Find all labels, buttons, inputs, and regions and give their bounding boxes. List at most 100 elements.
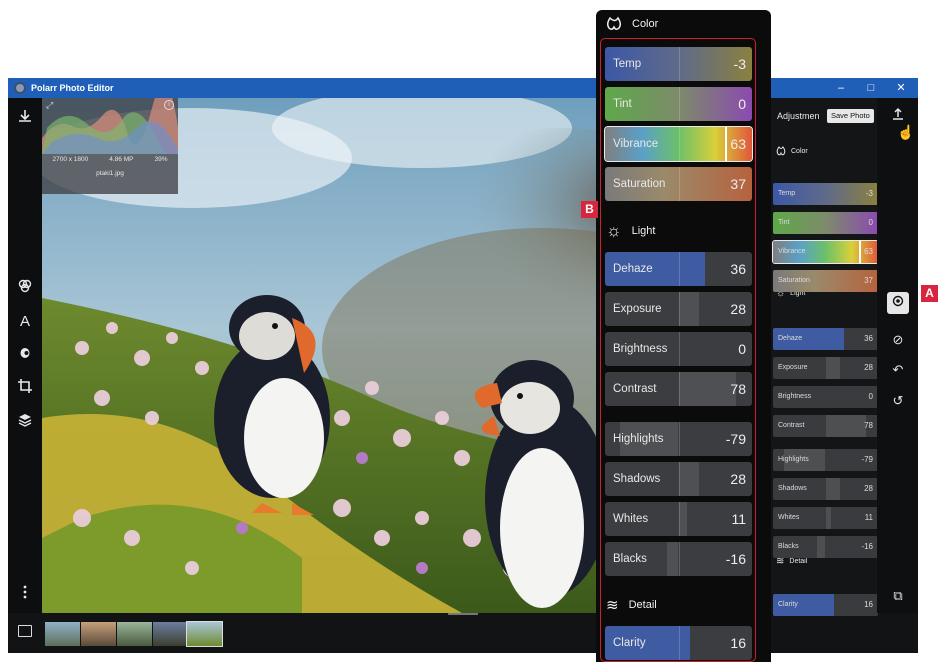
slider-label: Blacks [778, 543, 799, 550]
slider-fill [817, 536, 826, 558]
mini-slider-clarity[interactable]: Clarity 16 [773, 594, 878, 616]
mini-slider-highlights[interactable]: Highlights -79 [773, 449, 878, 471]
slider-fill [825, 415, 867, 437]
slider-center-line [678, 502, 680, 536]
slider-center-line [678, 462, 680, 496]
slider-tint[interactable]: Tint 0 [605, 87, 752, 121]
mini-slider-vibrance[interactable]: Vibrance 63 [772, 240, 879, 264]
close-button[interactable]: ✕ [886, 78, 916, 98]
slider-label: Brightness [613, 343, 668, 355]
mini-slider-temp[interactable]: Temp -3 [773, 183, 878, 205]
mini-slider-shadows[interactable]: Shadows 28 [773, 478, 878, 500]
more-icon[interactable] [15, 584, 35, 604]
slider-label: Temp [778, 190, 796, 197]
callout-b: B [581, 201, 598, 218]
slider-value: -79 [861, 455, 873, 464]
slider-label: Saturation [778, 277, 810, 284]
section-light: ☼ Light [606, 221, 655, 241]
slider-knob[interactable] [724, 127, 727, 161]
reset-icon[interactable]: ↺ [887, 390, 909, 412]
slider-vibrance[interactable]: Vibrance 63 [604, 126, 753, 162]
info-icon[interactable]: i [164, 100, 174, 110]
mini-slider-whites[interactable]: Whites 11 [773, 507, 878, 529]
image-resolution: 2700 x 1800 [52, 156, 89, 163]
compare-icon[interactable]: ⊘ [887, 329, 909, 351]
mini-slider-contrast[interactable]: Contrast 78 [773, 415, 878, 437]
title-bar: Polarr Photo Editor [8, 78, 918, 98]
slider-dehaze[interactable]: Dehaze 36 [605, 252, 752, 286]
add-photo-icon[interactable] [18, 625, 32, 637]
slider-fill [678, 292, 700, 326]
mini-slider-exposure[interactable]: Exposure 28 [773, 357, 878, 379]
slider-value: -79 [725, 431, 746, 447]
slider-label: Saturation [613, 178, 666, 190]
slider-whites[interactable]: Whites 11 [605, 502, 752, 536]
slider-temp[interactable]: Temp -3 [605, 47, 752, 81]
histogram-graph [42, 98, 178, 154]
section-color-small: Color [776, 146, 808, 156]
slider-label: Exposure [778, 364, 808, 371]
slider-label: Clarity [778, 601, 798, 608]
crop-icon[interactable] [15, 378, 35, 398]
slider-value: 63 [864, 247, 873, 256]
slider-brightness[interactable]: Brightness 0 [605, 332, 752, 366]
mini-slider-saturation[interactable]: Saturation 37 [773, 270, 878, 292]
download-icon[interactable] [15, 108, 35, 128]
slider-value: 28 [730, 301, 746, 317]
slider-saturation[interactable]: Saturation 37 [605, 167, 752, 201]
section-label: Color [791, 147, 808, 155]
slider-value: 11 [864, 513, 873, 522]
right-sidebar: ☝ ⊘ ↶ ↺ ⧉ [877, 98, 918, 613]
slider-value: -3 [865, 189, 873, 198]
slider-value: 78 [864, 421, 873, 430]
maximize-button[interactable]: □ [856, 78, 886, 98]
filters-icon[interactable] [15, 278, 35, 298]
slider-fill [666, 542, 679, 576]
left-toolbar: A [8, 98, 42, 613]
adjustments-panel: Adjustmen Save Photo Color ☼ Light ≋ Det… [767, 98, 879, 616]
slider-label: Exposure [613, 303, 662, 315]
slider-blacks[interactable]: Blacks -16 [605, 542, 752, 576]
color-drop-icon [606, 16, 622, 31]
adjustments-icon[interactable] [887, 292, 909, 314]
slider-contrast[interactable]: Contrast 78 [605, 372, 752, 406]
slider-knob[interactable] [858, 241, 861, 263]
adjustments-title: Adjustmen [777, 111, 820, 121]
thumbnail-1[interactable] [45, 622, 80, 646]
slider-fill [825, 478, 841, 500]
slider-shadows[interactable]: Shadows 28 [605, 462, 752, 496]
histogram-overlay: ⤢ i 2700 x 1800 4.86 MP 39% ptaki1.jpg [42, 98, 178, 194]
slider-value: 28 [864, 363, 873, 372]
slider-exposure[interactable]: Exposure 28 [605, 292, 752, 326]
mini-slider-blacks[interactable]: Blacks -16 [773, 536, 878, 558]
save-photo-button[interactable]: Save Photo [827, 109, 874, 123]
slider-value: 16 [864, 600, 873, 609]
text-icon[interactable]: A [15, 312, 35, 332]
mini-slider-brightness[interactable]: Brightness 0 [773, 386, 878, 408]
section-color: Color [606, 16, 658, 32]
layers-icon[interactable] [15, 412, 35, 432]
slider-center-line [678, 332, 680, 366]
slider-label: Vibrance [613, 138, 659, 150]
thumbnail-5-selected[interactable] [186, 621, 223, 647]
slider-center-line [678, 542, 680, 576]
slider-highlights[interactable]: Highlights -79 [605, 422, 752, 456]
thumbnail-3[interactable] [117, 622, 152, 646]
minimize-button[interactable]: – [826, 78, 856, 98]
slider-value: 36 [730, 261, 746, 277]
slider-label: Dehaze [778, 335, 803, 342]
retouch-icon[interactable] [15, 344, 35, 364]
thumbnail-2[interactable] [81, 622, 116, 646]
fullscreen-icon[interactable]: ⤢ [46, 100, 53, 111]
mini-slider-dehaze[interactable]: Dehaze 36 [773, 328, 878, 350]
slider-value: -16 [861, 542, 873, 551]
split-view-icon[interactable]: ⧉ [887, 585, 909, 607]
slider-label: Shadows [778, 485, 807, 492]
mini-slider-tint[interactable]: Tint 0 [773, 212, 878, 234]
slider-label: Tint [778, 219, 790, 226]
slider-clarity[interactable]: Clarity 16 [605, 626, 752, 660]
undo-history-icon[interactable]: ↶ [887, 359, 909, 381]
thumbnail-4[interactable] [153, 622, 188, 646]
filmstrip-handle[interactable] [448, 613, 478, 615]
slider-value: 0 [738, 96, 746, 112]
